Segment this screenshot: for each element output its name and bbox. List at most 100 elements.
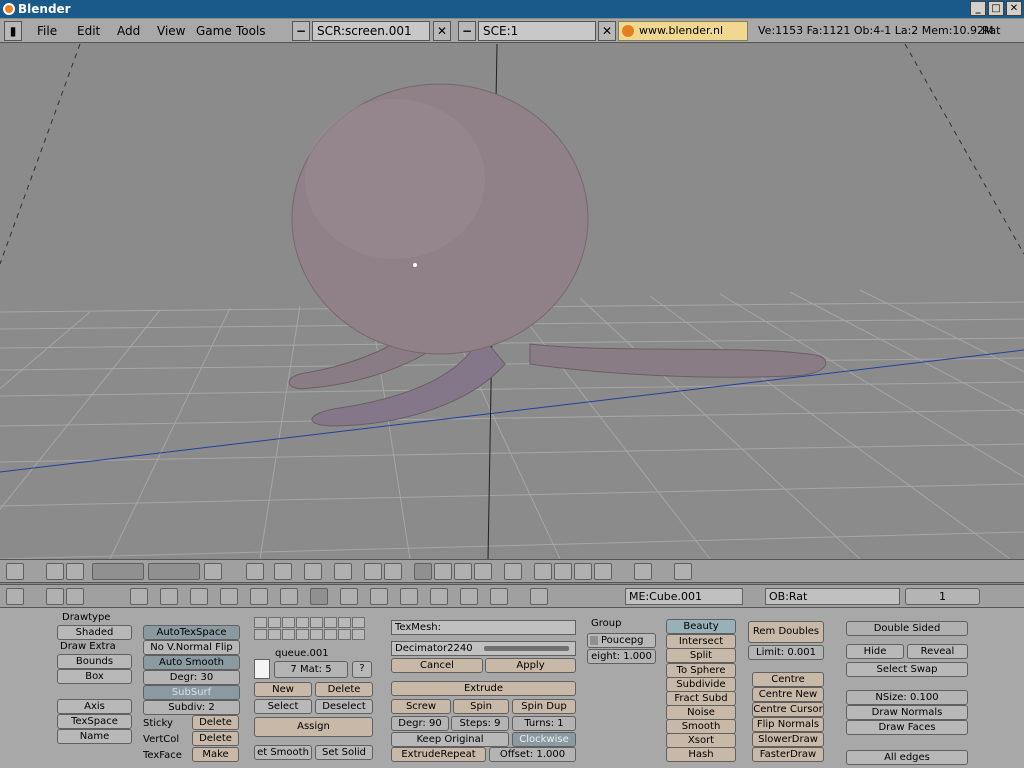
- axis-button[interactable]: Axis: [57, 699, 132, 714]
- double-sided-toggle[interactable]: Double Sided: [846, 621, 968, 636]
- material-slot[interactable]: [352, 629, 365, 640]
- material-slot[interactable]: [268, 617, 281, 628]
- menu-edit[interactable]: Edit: [77, 24, 100, 38]
- blender-url[interactable]: www.blender.nl 223: [618, 21, 748, 55]
- window-type-icon[interactable]: ▮: [4, 21, 22, 41]
- spin-button[interactable]: Spin: [453, 699, 509, 714]
- turns-field[interactable]: Turns: 1: [512, 716, 576, 731]
- close-icon[interactable]: ✕: [1006, 1, 1022, 16]
- pencil-icon[interactable]: [534, 563, 552, 580]
- extrude-button[interactable]: Extrude: [391, 681, 576, 696]
- no-vnormal-flip-toggle[interactable]: No V.Normal Flip: [143, 640, 240, 655]
- weight-field[interactable]: eight: 1.000: [587, 649, 656, 664]
- layer-buttons-2-icon[interactable]: [148, 563, 200, 580]
- menu-game[interactable]: Game: [196, 24, 232, 38]
- render-icon[interactable]: [634, 563, 652, 580]
- draw-mode-icon[interactable]: [334, 563, 352, 580]
- material-slot[interactable]: [324, 629, 337, 640]
- texspace-button[interactable]: TexSpace: [57, 714, 132, 729]
- extrude-repeat-button[interactable]: ExtrudeRepeat: [391, 747, 486, 762]
- material-assign-button[interactable]: Assign: [254, 717, 373, 737]
- centre-new-button[interactable]: Centre New: [752, 687, 824, 702]
- rat-model[interactable]: [288, 83, 827, 427]
- animation-icon[interactable]: [250, 588, 268, 605]
- material-new-button[interactable]: New: [254, 682, 312, 697]
- material-slot[interactable]: [282, 629, 295, 640]
- vertex-select-icon[interactable]: [474, 563, 492, 580]
- scene-icon[interactable]: [674, 563, 692, 580]
- set-solid-button[interactable]: Set Solid: [315, 745, 373, 760]
- box-menu[interactable]: Box: [57, 669, 132, 684]
- texture-buttons-icon[interactable]: [220, 588, 238, 605]
- texface-make-button[interactable]: Make: [192, 747, 239, 762]
- radiosity-icon[interactable]: [460, 588, 478, 605]
- steps-field[interactable]: Steps: 9: [451, 716, 509, 731]
- set-smooth-button[interactable]: et Smooth: [254, 745, 312, 760]
- layer-buttons-icon[interactable]: [92, 563, 144, 580]
- proportional-icon[interactable]: [414, 563, 432, 580]
- xsort-button[interactable]: Xsort: [666, 733, 736, 748]
- menu-tools[interactable]: Tools: [236, 24, 266, 38]
- drawtype-shaded-menu[interactable]: Shaded: [57, 625, 132, 640]
- material-deselect-button[interactable]: Deselect: [315, 699, 373, 714]
- apply-button[interactable]: Apply: [485, 658, 576, 673]
- material-slot[interactable]: [268, 629, 281, 640]
- material-slot[interactable]: [338, 617, 351, 628]
- constraint-icon[interactable]: [340, 588, 358, 605]
- hide-button[interactable]: Hide: [846, 644, 904, 659]
- object-name-field[interactable]: OB:Rat: [765, 588, 900, 605]
- material-slot[interactable]: [282, 617, 295, 628]
- minimize-icon[interactable]: _: [970, 1, 986, 16]
- spin-dup-button[interactable]: Spin Dup: [512, 699, 576, 714]
- cancel-button[interactable]: Cancel: [391, 658, 483, 673]
- sound-icon[interactable]: [370, 588, 388, 605]
- offset-field[interactable]: Offset: 1.000: [489, 747, 576, 762]
- material-slot[interactable]: [310, 617, 323, 628]
- globe-icon[interactable]: [400, 588, 418, 605]
- script-icon[interactable]: [430, 588, 448, 605]
- full-window-icon[interactable]: [46, 563, 64, 580]
- full-window-icon[interactable]: [46, 588, 64, 605]
- scene-delete-icon[interactable]: ✕: [598, 21, 616, 41]
- 3d-viewport[interactable]: [0, 44, 1024, 559]
- maximize-icon[interactable]: □: [988, 1, 1004, 16]
- all-edges-toggle[interactable]: All edges: [846, 750, 968, 765]
- lamp-icon[interactable]: [160, 588, 178, 605]
- texmesh-field[interactable]: TexMesh:: [391, 620, 576, 635]
- subdivide-button[interactable]: Subdivide: [666, 677, 736, 692]
- view-mode-icon[interactable]: [246, 563, 264, 580]
- material-slot[interactable]: [254, 629, 267, 640]
- auto-smooth-toggle[interactable]: Auto Smooth: [143, 655, 240, 670]
- menu-view[interactable]: View: [157, 24, 185, 38]
- frame-field[interactable]: 1: [905, 588, 980, 605]
- pivot-icon[interactable]: [364, 563, 382, 580]
- brush-icon[interactable]: [554, 563, 572, 580]
- falloff-icon[interactable]: [434, 563, 452, 580]
- snap-icon[interactable]: [454, 563, 472, 580]
- home-icon[interactable]: [66, 563, 84, 580]
- subdiv-field[interactable]: Subdiv: 2: [143, 700, 240, 715]
- flip-normals-button[interactable]: Flip Normals: [752, 717, 824, 732]
- degr-field[interactable]: Degr: 30: [143, 670, 240, 685]
- subsurf-toggle[interactable]: SubSurf: [143, 685, 240, 700]
- vertex-group-menu[interactable]: Poucepg: [587, 633, 656, 648]
- screw-button[interactable]: Screw: [391, 699, 451, 714]
- draw-normals-toggle[interactable]: Draw Normals: [846, 705, 968, 720]
- screen-field[interactable]: SCR:screen.001: [312, 21, 430, 41]
- nsize-field[interactable]: NSize: 0.100: [846, 690, 968, 705]
- bounds-button[interactable]: Bounds: [57, 654, 132, 669]
- image-icon[interactable]: [530, 588, 548, 605]
- rem-doubles-button[interactable]: Rem Doubles: [748, 621, 824, 643]
- world-icon[interactable]: [280, 588, 298, 605]
- to-sphere-button[interactable]: To Sphere: [666, 663, 736, 678]
- grab-icon[interactable]: [384, 563, 402, 580]
- slower-draw-button[interactable]: SlowerDraw: [752, 732, 824, 747]
- texture-icon[interactable]: [594, 563, 612, 580]
- select-swap-button[interactable]: Select Swap: [846, 662, 968, 677]
- material-slot[interactable]: [296, 629, 309, 640]
- hash-button[interactable]: Hash: [666, 747, 736, 762]
- material-slot[interactable]: [296, 617, 309, 628]
- material-slot[interactable]: [352, 617, 365, 628]
- material-index-field[interactable]: 7 Mat: 5: [274, 661, 348, 678]
- beauty-toggle[interactable]: Beauty: [666, 619, 736, 634]
